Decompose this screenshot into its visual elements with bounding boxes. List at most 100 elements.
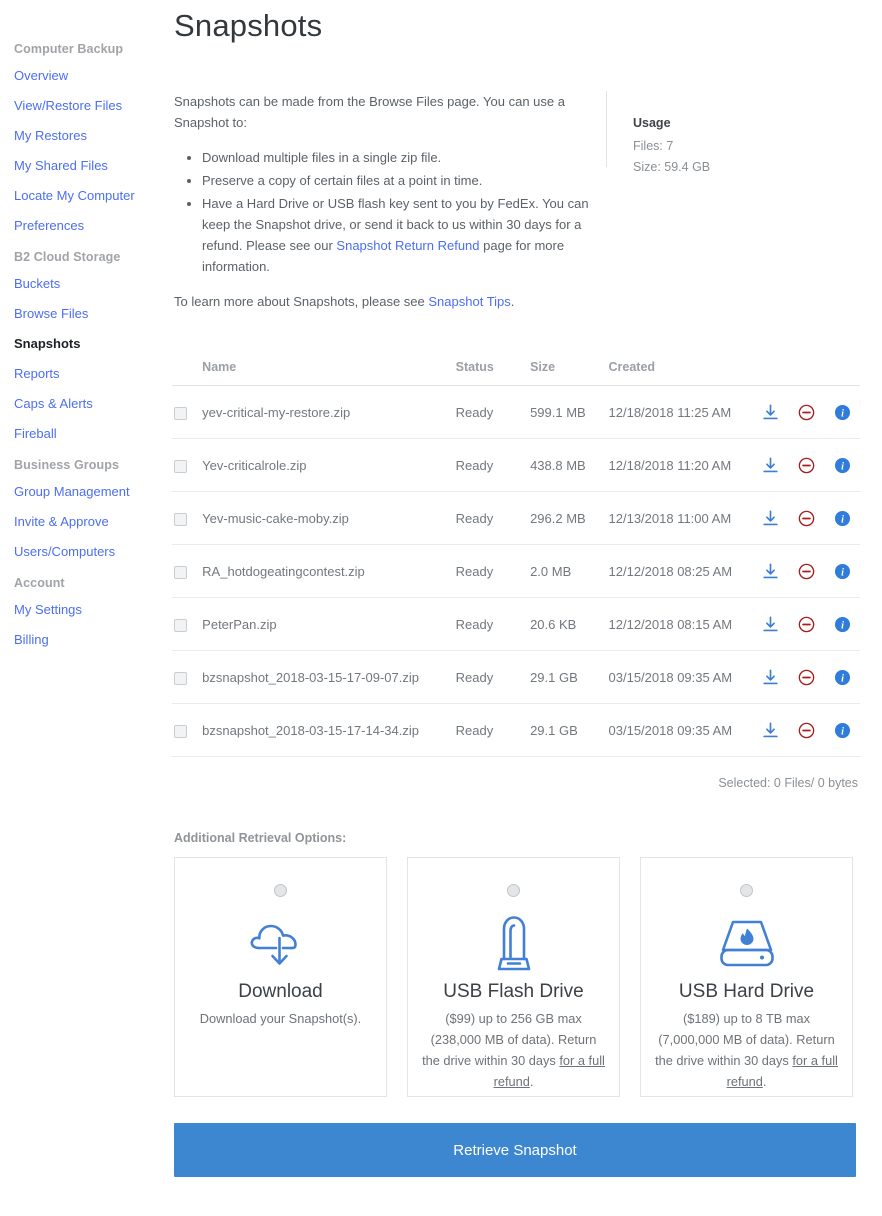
sidebar-item-my-shared-files[interactable]: My Shared Files: [14, 159, 172, 172]
footer-text-after: .: [510, 294, 515, 309]
row-checkbox[interactable]: [174, 565, 187, 579]
row-size: 599.1 MB: [530, 385, 609, 439]
retrieval-card-download[interactable]: Download Download your Snapshot(s).: [174, 857, 387, 1097]
sidebar-item-caps-alerts[interactable]: Caps & Alerts: [14, 397, 172, 410]
retrieval-options-cards: Download Download your Snapshot(s). USB Fl…: [172, 857, 860, 1097]
info-icon[interactable]: i: [833, 403, 852, 422]
delete-icon[interactable]: [797, 403, 816, 422]
table-row: RA_hotdogeatingcontest.zip Ready 2.0 MB 12/…: [172, 544, 860, 598]
card-description: ($189) up to 8 TB max (7,000,000 MB of d…: [655, 1008, 838, 1092]
delete-icon[interactable]: [797, 562, 816, 581]
sidebar-item-overview[interactable]: Overview: [14, 69, 172, 82]
svg-text:i: i: [841, 461, 844, 472]
info-icon[interactable]: i: [833, 456, 852, 475]
snapshots-table: Name Status Size Created yev-critical-my…: [172, 360, 860, 757]
row-actions-cell: i: [761, 544, 860, 598]
download-icon[interactable]: [761, 668, 780, 687]
usage-title: Usage: [633, 116, 671, 130]
header-checkbox: [172, 360, 203, 386]
delete-icon[interactable]: [797, 509, 816, 528]
row-checkbox-cell: [172, 597, 203, 651]
sidebar-item-my-restores[interactable]: My Restores: [14, 129, 172, 142]
row-checkbox-cell: [172, 544, 203, 598]
row-name: bzsnapshot_2018-03-15-17-09-07.zip: [202, 650, 456, 704]
row-size: 296.2 MB: [530, 491, 609, 545]
sidebar-group-heading: Business Groups: [14, 458, 119, 472]
delete-icon[interactable]: [797, 721, 816, 740]
sidebar-item-locate-my-computer[interactable]: Locate My Computer: [14, 189, 172, 202]
sidebar-item-snapshots[interactable]: Snapshots: [14, 337, 172, 350]
sidebar-item-fireball[interactable]: Fireball: [14, 427, 172, 440]
sidebar-item-my-settings[interactable]: My Settings: [14, 603, 172, 616]
download-icon[interactable]: [761, 562, 780, 581]
table-head: Name Status Size Created: [172, 360, 860, 386]
radio-cloud-download[interactable]: [274, 884, 287, 897]
radio-usb-hard-drive[interactable]: [740, 884, 753, 897]
info-icon[interactable]: i: [833, 721, 852, 740]
sidebar-item-view-restore-files[interactable]: View/Restore Files: [14, 99, 172, 112]
row-checkbox[interactable]: [174, 724, 187, 738]
sidebar-item-preferences[interactable]: Preferences: [14, 219, 172, 232]
snapshot-return-refund-link[interactable]: Snapshot Return Refund: [336, 238, 479, 253]
retrieve-snapshot-button[interactable]: Retrieve Snapshot: [174, 1123, 856, 1177]
download-icon[interactable]: [761, 403, 780, 422]
sidebar-item-buckets[interactable]: Buckets: [14, 277, 172, 290]
info-icon[interactable]: i: [833, 615, 852, 634]
table-row: Yev-music-cake-moby.zip Ready 296.2 MB 12/1…: [172, 491, 860, 545]
usb-hard-drive-icon: [655, 911, 838, 977]
table-row: yev-critical-my-restore.zip Ready 599.1 MB…: [172, 385, 860, 439]
svg-text:i: i: [841, 620, 844, 631]
row-checkbox[interactable]: [174, 459, 187, 473]
table-header-row: Name Status Size Created: [172, 360, 860, 386]
delete-icon[interactable]: [797, 615, 816, 634]
sidebar-group: Computer Backup Overview View/Restore File…: [14, 42, 172, 232]
svg-text:i: i: [841, 673, 844, 684]
sidebar-item-group-management[interactable]: Group Management: [14, 485, 172, 498]
intro-text: Snapshots can be made from the Browse Fi…: [174, 91, 592, 326]
card-description: ($99) up to 256 GB max (238,000 MB of da…: [422, 1008, 605, 1092]
download-icon[interactable]: [761, 721, 780, 740]
snapshot-tips-link[interactable]: Snapshot Tips: [428, 294, 510, 309]
sidebar-item-browse-files[interactable]: Browse Files: [14, 307, 172, 320]
row-status: Ready: [455, 650, 531, 704]
sidebar-item-reports[interactable]: Reports: [14, 367, 172, 380]
row-size: 438.8 MB: [530, 438, 609, 492]
info-icon[interactable]: i: [833, 668, 852, 687]
row-status: Ready: [455, 385, 531, 439]
radio-usb-flash-drive[interactable]: [507, 884, 520, 897]
usage-size: Size: 59.4 GB: [633, 160, 711, 174]
retrieval-card-usb-flash-drive[interactable]: USB Flash Drive ($99) up to 256 GB max (2…: [407, 857, 620, 1097]
row-checkbox[interactable]: [174, 671, 187, 685]
row-name: Yev-music-cake-moby.zip: [202, 491, 456, 545]
header-size: Size: [530, 360, 609, 386]
row-name: bzsnapshot_2018-03-15-17-14-34.zip: [202, 703, 456, 757]
intro-section: Snapshots can be made from the Browse Fi…: [172, 91, 860, 326]
delete-icon[interactable]: [797, 668, 816, 687]
row-actions-cell: i: [761, 385, 860, 439]
row-actions-cell: i: [761, 703, 860, 757]
intro-bullet: Preserve a copy of certain files at a po…: [202, 170, 592, 191]
intro-lead: Snapshots can be made from the Browse Fi…: [174, 94, 565, 130]
sidebar-item-users-computers[interactable]: Users/Computers: [14, 545, 172, 558]
sidebar-item-invite-approve[interactable]: Invite & Approve: [14, 515, 172, 528]
card-title: USB Hard Drive: [678, 981, 815, 1002]
row-checkbox-cell: [172, 385, 203, 439]
table-row: bzsnapshot_2018-03-15-17-14-34.zip Ready 2…: [172, 703, 860, 757]
row-checkbox[interactable]: [174, 406, 187, 420]
retrieval-card-usb-hard-drive[interactable]: USB Hard Drive ($189) up to 8 TB max (7,0…: [640, 857, 853, 1097]
usage-files: Files: 7: [633, 139, 674, 153]
row-status: Ready: [455, 544, 531, 598]
row-checkbox[interactable]: [174, 618, 187, 632]
card-title: Download: [238, 981, 323, 1002]
download-icon[interactable]: [761, 509, 780, 528]
row-checkbox[interactable]: [174, 512, 187, 526]
info-icon[interactable]: i: [833, 509, 852, 528]
delete-icon[interactable]: [797, 456, 816, 475]
sidebar-item-billing[interactable]: Billing: [14, 633, 172, 646]
sidebar-group: B2 Cloud Storage Buckets Browse Files Snaps…: [14, 250, 172, 440]
row-checkbox-cell: [172, 650, 203, 704]
download-icon[interactable]: [761, 456, 780, 475]
info-icon[interactable]: i: [833, 562, 852, 581]
download-icon[interactable]: [761, 615, 780, 634]
table-row: PeterPan.zip Ready 20.6 KB 12/12/2018 08:15…: [172, 597, 860, 651]
